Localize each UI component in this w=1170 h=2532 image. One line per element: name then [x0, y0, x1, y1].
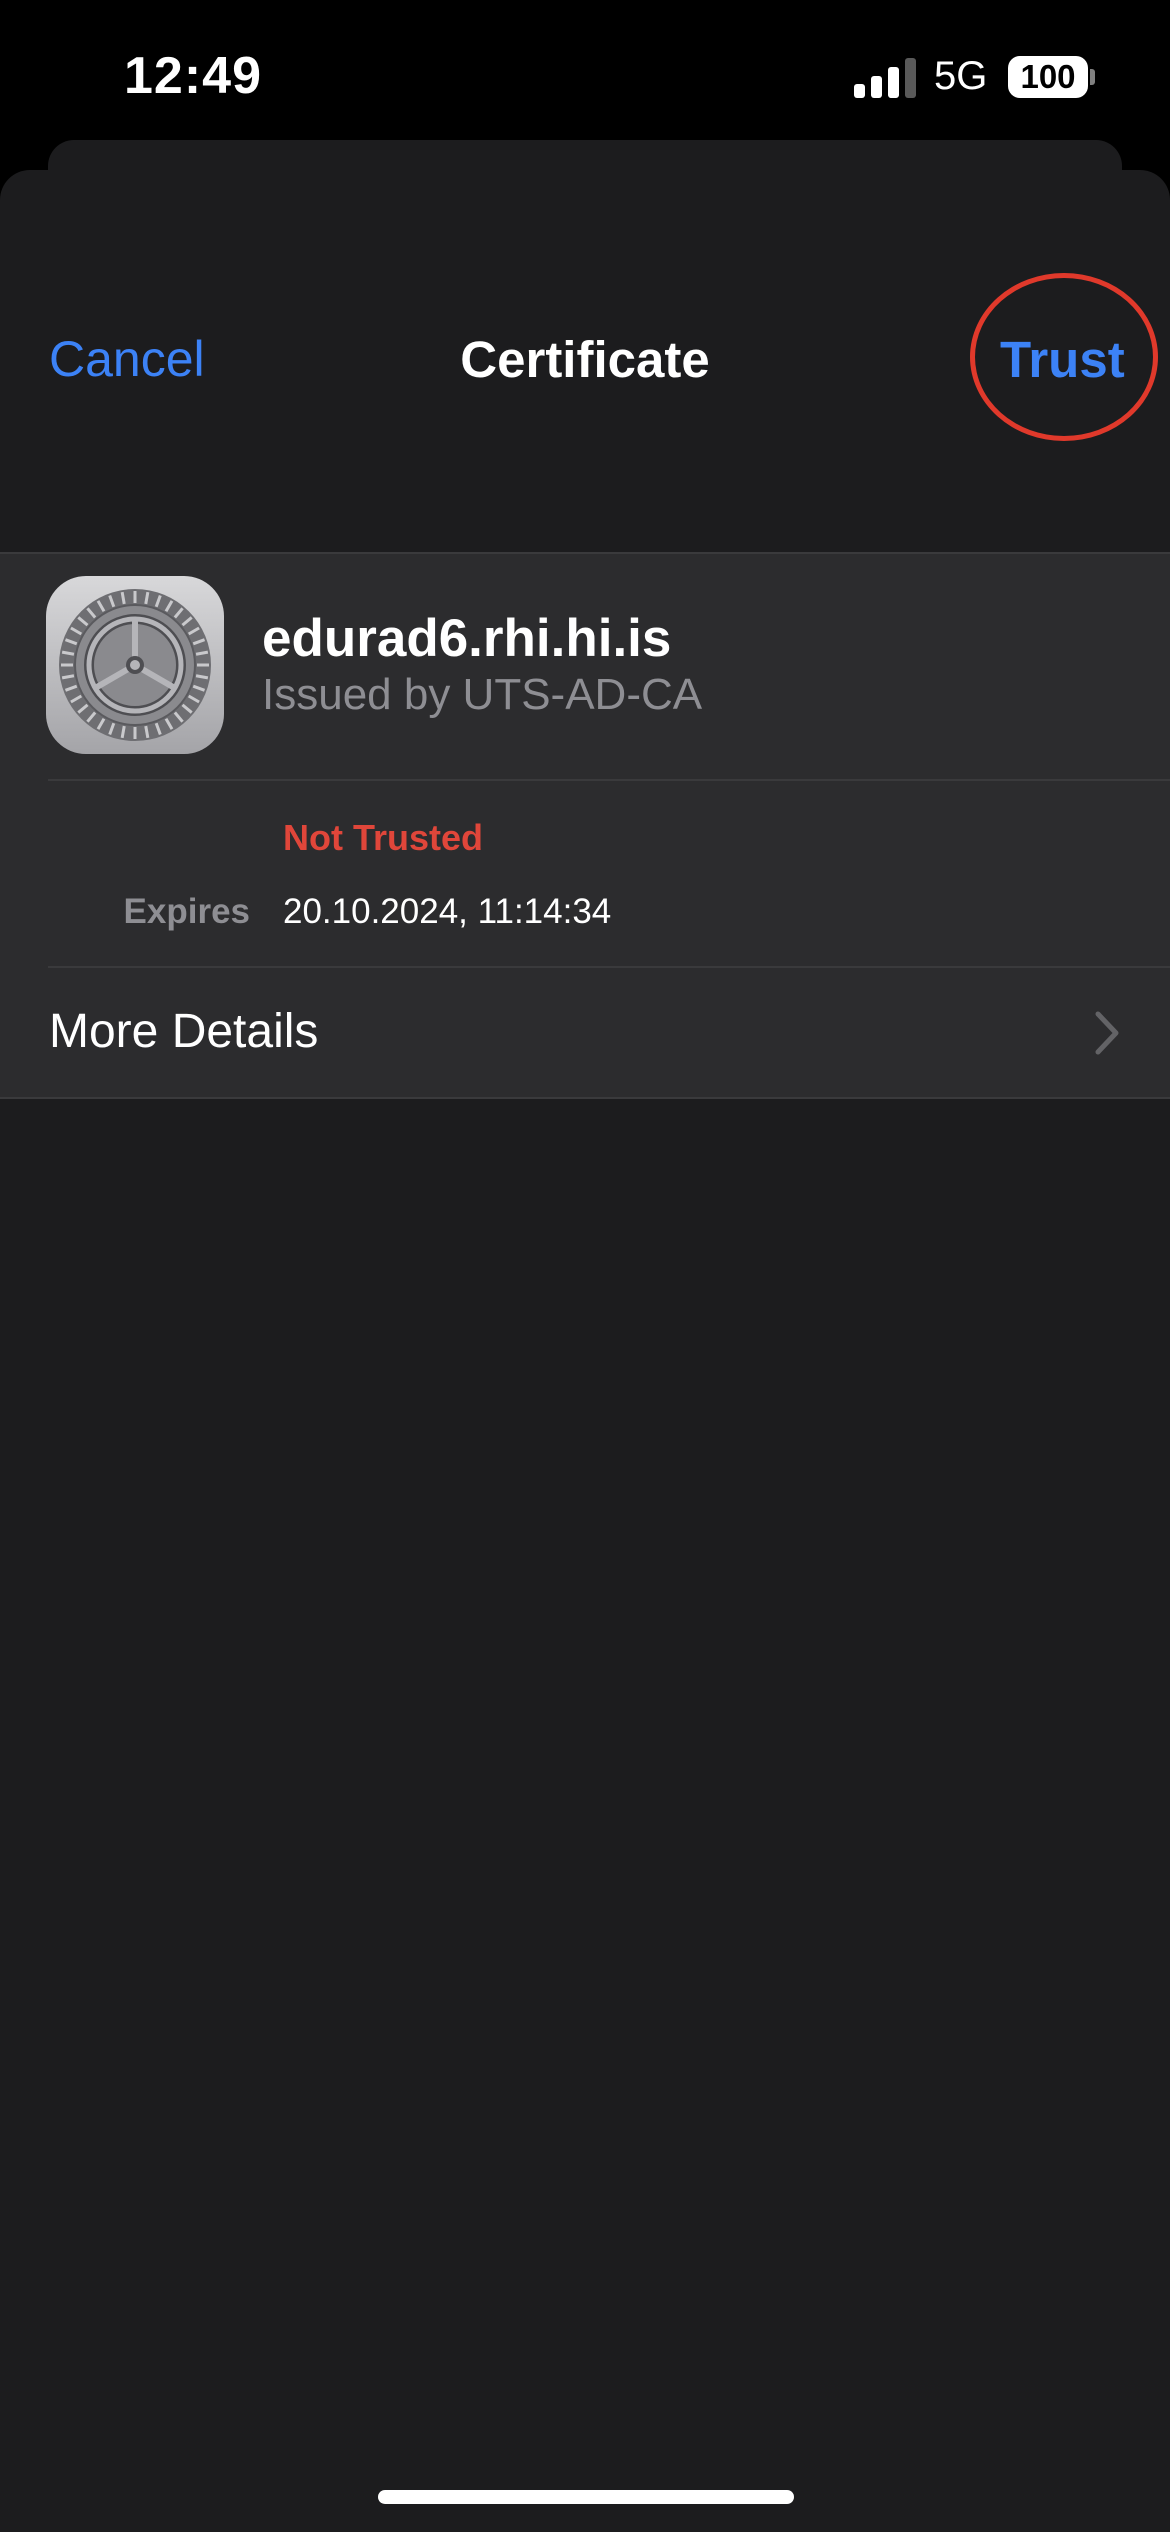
divider	[48, 779, 1170, 781]
more-details-row[interactable]: More Details	[0, 968, 1170, 1097]
certificate-name: edurad6.rhi.hi.is	[262, 609, 672, 668]
status-bar: 12:49 5G 100	[0, 0, 1170, 150]
expires-value: 20.10.2024, 11:14:34	[283, 892, 612, 931]
battery-tip	[1090, 69, 1095, 85]
more-details-label: More Details	[49, 1005, 319, 1058]
trust-status: Not Trusted	[283, 817, 484, 858]
home-indicator[interactable]	[378, 2490, 794, 2504]
network-type: 5G	[934, 54, 988, 98]
battery-icon: 100	[1008, 56, 1088, 98]
expires-label: Expires	[123, 892, 250, 931]
status-time: 12:49	[124, 47, 262, 105]
cellular-signal-icon	[854, 58, 916, 98]
certificate-sheet	[0, 170, 1170, 2532]
chevron-right-icon	[1095, 1011, 1119, 1055]
certificate-issuer: Issued by UTS-AD-CA	[262, 670, 703, 719]
settings-gear-icon	[46, 576, 224, 754]
annotation-circle	[970, 273, 1158, 441]
